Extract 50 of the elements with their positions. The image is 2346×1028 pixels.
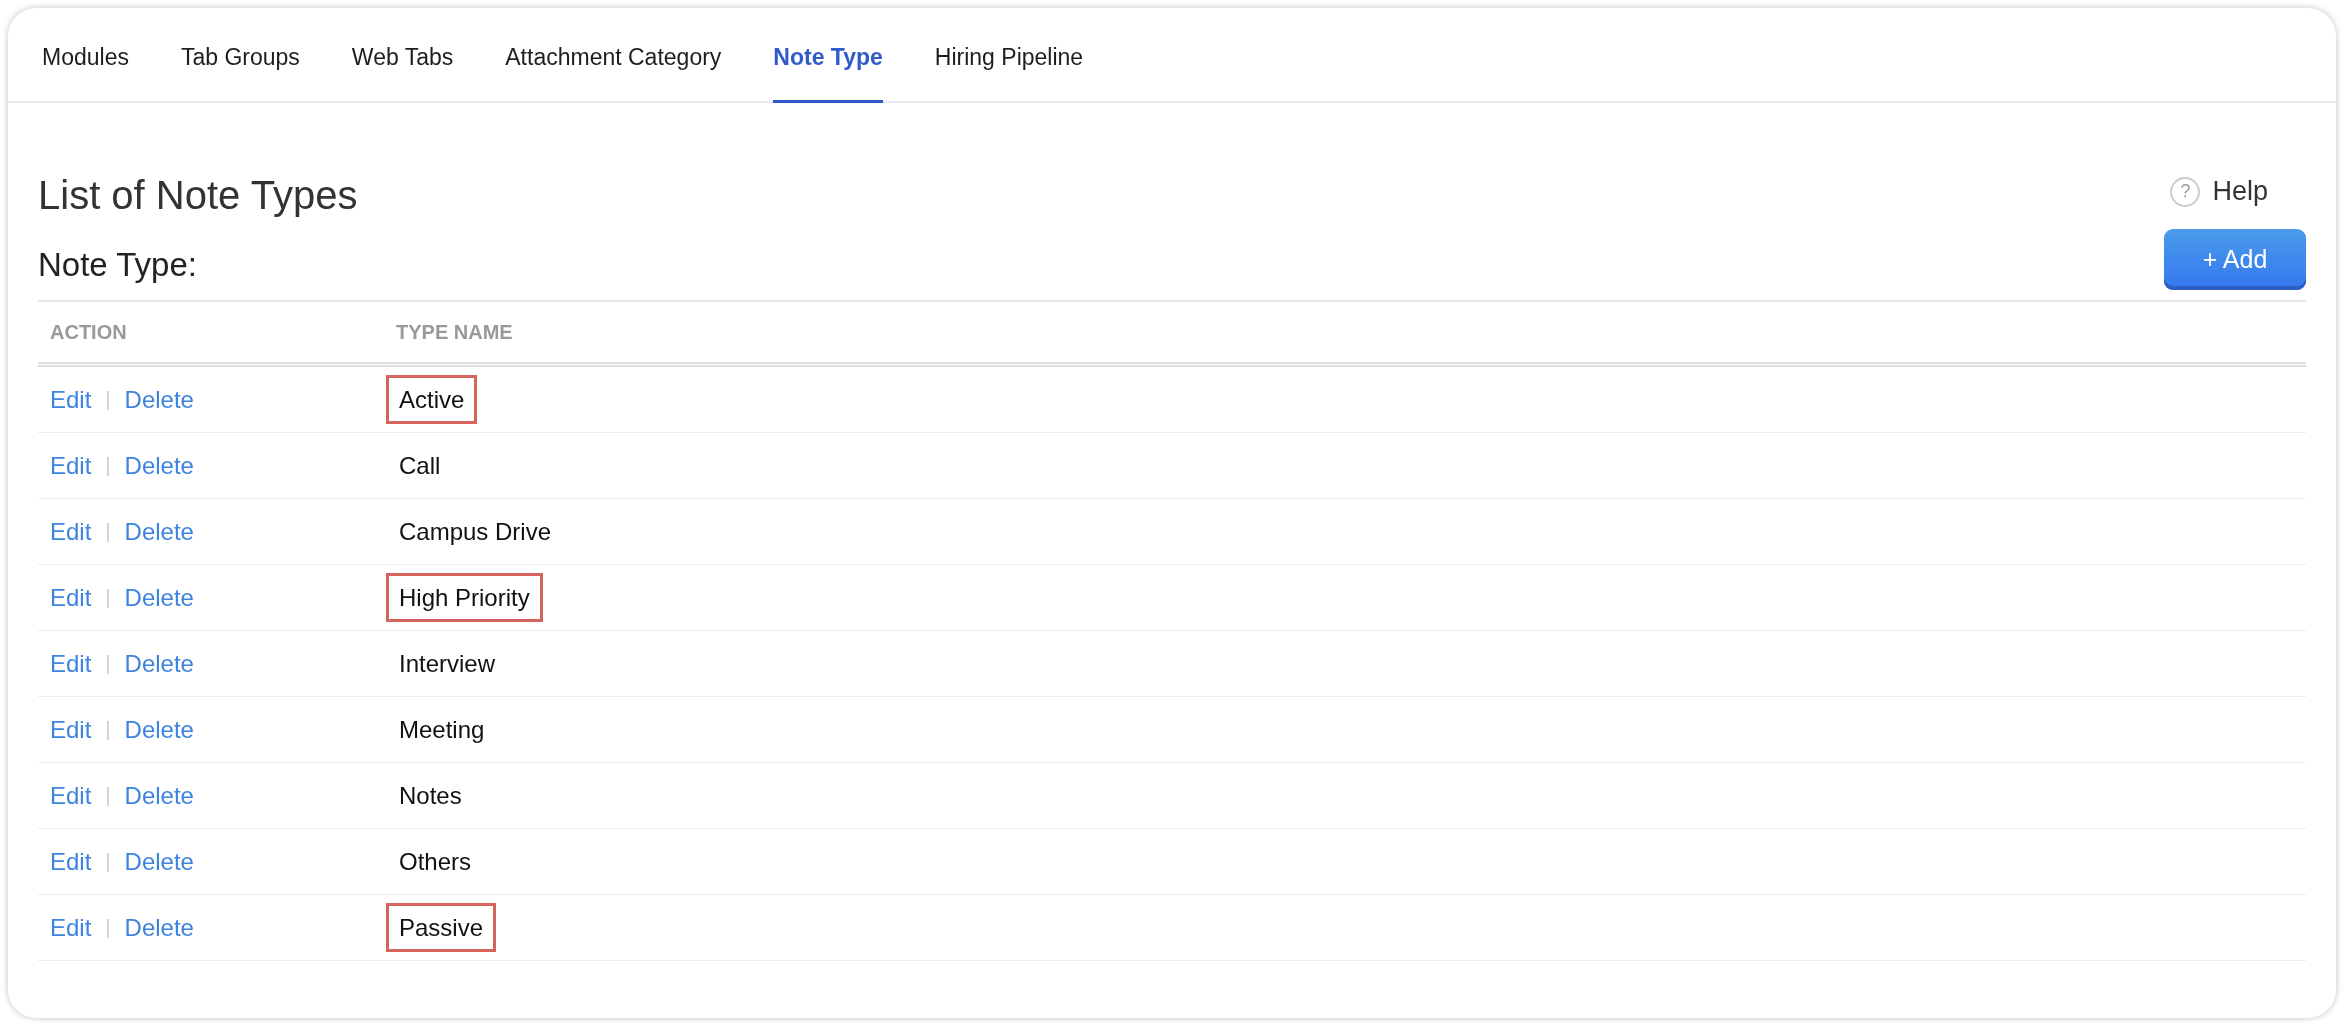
tab[interactable]: Note Type [773, 8, 883, 103]
section-title: Note Type: [38, 246, 198, 284]
edit-link[interactable]: Edit [50, 385, 92, 414]
edit-link[interactable]: Edit [50, 451, 92, 480]
page-title: List of Note Types [38, 173, 358, 218]
separator: | [105, 586, 111, 609]
type-name: Campus Drive [398, 516, 553, 547]
add-button[interactable]: + Add [2164, 229, 2306, 290]
type-name: Call [398, 450, 442, 481]
tab[interactable]: Web Tabs [351, 8, 454, 103]
delete-link[interactable]: Delete [124, 913, 194, 942]
delete-link[interactable]: Delete [124, 517, 194, 546]
edit-link[interactable]: Edit [50, 847, 92, 876]
tab[interactable]: Attachment Category [505, 8, 722, 103]
separator: | [105, 784, 111, 807]
type-name: Passive [386, 902, 497, 952]
help-label: Help [2212, 176, 2268, 207]
separator: | [105, 454, 111, 477]
delete-link[interactable]: Delete [124, 781, 194, 810]
delete-link[interactable]: Delete [124, 715, 194, 744]
delete-link[interactable]: Delete [124, 649, 194, 678]
separator: | [105, 520, 111, 543]
type-name: Notes [398, 780, 463, 811]
type-name: Interview [398, 648, 497, 679]
edit-link[interactable]: Edit [50, 649, 92, 678]
edit-link[interactable]: Edit [50, 715, 92, 744]
separator: | [105, 652, 111, 675]
delete-link[interactable]: Delete [124, 451, 194, 480]
edit-link[interactable]: Edit [50, 781, 92, 810]
help-icon: ? [2170, 176, 2201, 207]
type-name: Meeting [398, 714, 486, 745]
separator: | [105, 388, 111, 411]
separator: | [105, 718, 111, 741]
tab[interactable]: Tab Groups [180, 8, 300, 103]
separator: | [105, 850, 111, 873]
edit-link[interactable]: Edit [50, 583, 92, 612]
help-link[interactable]: ? Help [2170, 176, 2268, 207]
tab[interactable]: Hiring Pipeline [934, 8, 1084, 103]
type-name: Active [386, 374, 478, 424]
delete-link[interactable]: Delete [124, 847, 194, 876]
delete-link[interactable]: Delete [124, 583, 194, 612]
tab[interactable]: Modules [42, 8, 129, 103]
type-name: High Priority [386, 572, 543, 622]
type-name: Others [398, 846, 473, 877]
column-header: TYPE NAME [396, 320, 513, 344]
delete-link[interactable]: Delete [124, 385, 194, 414]
separator: | [105, 916, 111, 939]
edit-link[interactable]: Edit [50, 913, 92, 942]
edit-link[interactable]: Edit [50, 517, 92, 546]
column-header: ACTION [49, 320, 128, 344]
